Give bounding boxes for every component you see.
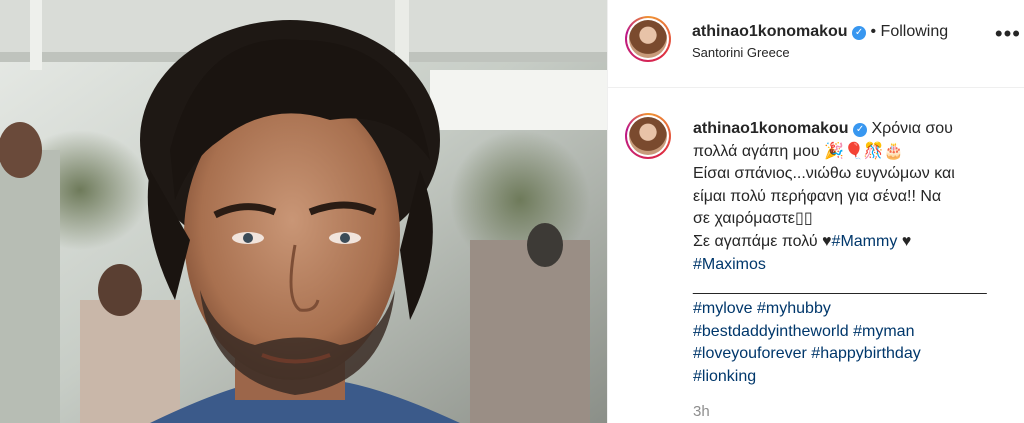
caption-username[interactable]: athinao1konomakou: [693, 120, 849, 137]
hashtag-link[interactable]: #loveyouforever: [693, 345, 807, 362]
hashtag-link[interactable]: #Mammy: [832, 233, 898, 250]
following-button[interactable]: Following: [881, 23, 949, 40]
hashtag-link[interactable]: #Maximos: [693, 256, 766, 273]
caption-avatar[interactable]: [625, 113, 671, 159]
caption-line: Είσαι σπάνιος...νιώθω ευγνώμων και: [693, 165, 955, 183]
caption-line: είμαι πολύ περήφανη για σένα!! Να: [693, 187, 942, 205]
heart-icon: ♥: [901, 232, 912, 250]
post-header: athinao1konomakou ✓ • Following Santorin…: [608, 0, 1024, 88]
hashtag-link[interactable]: #happybirthday: [811, 345, 920, 362]
caption-divider: _________________________________: [693, 278, 987, 296]
more-options-icon[interactable]: •••: [995, 23, 1021, 45]
heart-icon: ♥: [822, 232, 832, 250]
separator-dot: •: [870, 23, 877, 40]
author-avatar[interactable]: [625, 16, 671, 62]
hashtag-link[interactable]: #myhubby: [757, 300, 831, 317]
caption-line: πολλά αγάπη μου 🎉🎈🎊🎂: [693, 142, 904, 160]
hashtag-link[interactable]: #bestdaddyintheworld: [693, 323, 849, 340]
hashtag-link[interactable]: #mylove: [693, 300, 753, 317]
caption-line: Σε αγαπάμε πολύ: [693, 232, 823, 250]
caption-verified-icon: ✓: [853, 123, 868, 137]
author-username[interactable]: athinao1konomakou: [692, 23, 848, 40]
verified-badge-icon: ✓: [852, 26, 867, 40]
photo-image: [0, 0, 607, 423]
post-caption: athinao1konomakou ✓ Χρόνια σου πολλά αγά…: [693, 118, 1003, 389]
hashtag-link[interactable]: #myman: [853, 323, 914, 340]
post-photo[interactable]: [0, 0, 607, 423]
post-side-panel: athinao1konomakou ✓ • Following Santorin…: [607, 0, 1024, 423]
hashtag-link[interactable]: #lionking: [693, 368, 756, 385]
post-location[interactable]: Santorini Greece: [692, 45, 790, 60]
caption-line: Χρόνια σου: [871, 120, 953, 137]
caption-line: σε χαιρόμαστε▯▯: [693, 210, 813, 228]
post-timestamp[interactable]: 3h: [693, 403, 710, 420]
